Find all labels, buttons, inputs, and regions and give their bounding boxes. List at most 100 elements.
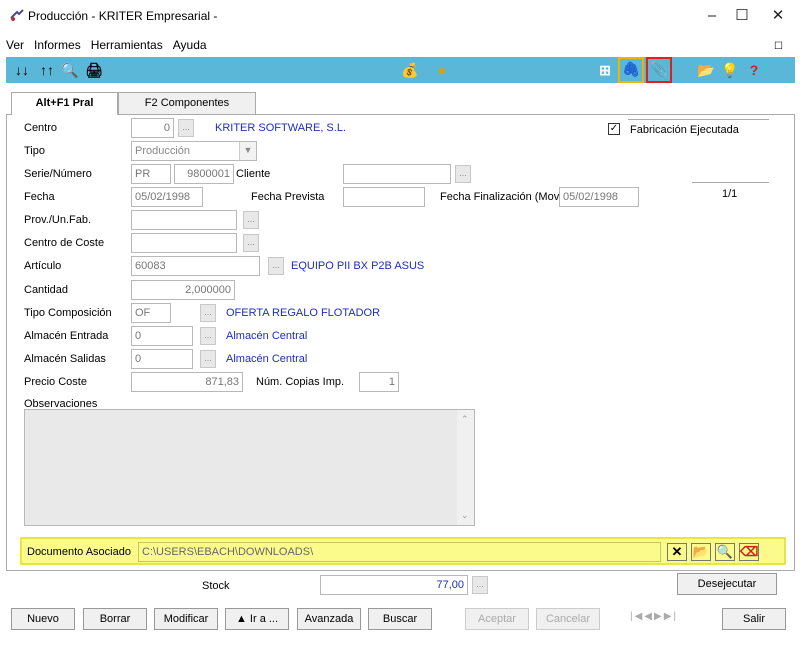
documento-input[interactable]: C:\USERS\EBACH\DOWNLOADS\ <box>138 542 661 562</box>
desejecutar-button[interactable]: Desejecutar <box>677 573 777 595</box>
articulo-input[interactable]: 60083 <box>131 256 260 276</box>
centro-lookup-button[interactable]: ... <box>178 119 194 137</box>
sort-down-icon[interactable]: ↓↓ <box>12 60 32 80</box>
prev-record-icon[interactable]: ◀ <box>644 611 654 622</box>
aceptar-button[interactable]: Aceptar <box>465 608 529 630</box>
open-folder-icon[interactable]: 📂 <box>691 543 711 561</box>
maximize-button[interactable]: ☐ <box>727 4 757 28</box>
buscar-button[interactable]: Buscar <box>368 608 432 630</box>
serie-label: Serie/Número <box>24 168 92 180</box>
articulo-name: EQUIPO PII BX P2B ASUS <box>291 260 425 272</box>
ir-a-button[interactable]: ▲ Ir a ... <box>225 608 289 630</box>
centro-label: Centro <box>24 122 58 134</box>
tab-principal[interactable]: Alt+F1 Pral <box>11 92 118 115</box>
tipo-select[interactable]: Producción ▼ <box>131 141 257 161</box>
tipo-composicion-name: OFERTA REGALO FLOTADOR <box>226 307 381 319</box>
paperclip-icon[interactable]: 🖇 <box>618 57 644 83</box>
precio-label: Precio Coste <box>24 376 87 388</box>
centro-coste-label: Centro de Coste <box>24 237 105 249</box>
help-icon[interactable]: ? <box>744 60 764 80</box>
avanzada-button[interactable]: Avanzada <box>297 608 361 630</box>
folder-icon[interactable]: 📂 <box>696 60 716 80</box>
almacen-entrada-name: Almacén Central <box>226 330 308 342</box>
almacen-entrada-lookup-button[interactable]: ... <box>200 327 216 345</box>
cliente-lookup-button[interactable]: ... <box>455 165 471 183</box>
record-pager: 1/1 <box>722 188 738 200</box>
print-icon[interactable]: 🖨 <box>84 60 104 80</box>
close-button[interactable]: ✕ <box>763 4 793 28</box>
scroll-down-icon[interactable]: ⌄ <box>461 510 469 521</box>
app-icon <box>9 8 25 22</box>
menu-ver[interactable]: Ver <box>0 33 29 52</box>
fecha-input[interactable]: 05/02/1998 <box>131 187 203 207</box>
salir-button[interactable]: Salir <box>722 608 786 630</box>
first-record-icon[interactable]: |◀ <box>630 611 644 622</box>
cliente-label: Cliente <box>236 168 271 180</box>
centro-input[interactable]: 0 <box>131 118 174 138</box>
clear-document-icon[interactable]: ✕ <box>667 543 687 561</box>
prov-label: Prov./Un.Fab. <box>24 214 92 226</box>
almacen-salidas-lookup-button[interactable]: ... <box>200 350 216 368</box>
copias-input[interactable]: 1 <box>359 372 399 392</box>
lightbulb-icon[interactable]: 💡 <box>720 60 740 80</box>
menu-bar: Ver Informes Herramientas Ayuda ☐ <box>0 33 803 53</box>
sort-up-icon[interactable]: ↑↑ <box>37 60 57 80</box>
last-record-icon[interactable]: ▶| <box>664 611 678 622</box>
restore-child-icon[interactable]: ☐ <box>769 36 788 52</box>
tipo-composicion-lookup-button[interactable]: ... <box>200 304 216 322</box>
preview-icon[interactable]: 🔍 <box>60 60 80 80</box>
scroll-up-icon[interactable]: ⌃ <box>461 414 469 425</box>
modificar-button[interactable]: Modificar <box>154 608 218 630</box>
almacen-salidas-name: Almacén Central <box>226 353 308 365</box>
serie-input[interactable]: PR <box>131 164 171 184</box>
tipo-label: Tipo <box>24 145 45 157</box>
stock-lookup-button[interactable]: ... <box>472 576 488 594</box>
attach-icon[interactable]: 📎 <box>646 57 672 83</box>
record-navigation: |◀◀▶▶| <box>630 611 694 627</box>
borrar-button[interactable]: Borrar <box>83 608 147 630</box>
grid-icon[interactable]: ⊞ <box>595 60 615 80</box>
cliente-input[interactable] <box>343 164 451 184</box>
centro-name: KRITER SOFTWARE, S.L. <box>215 122 346 134</box>
window-title: Producción - KRITER Empresarial - <box>28 9 218 23</box>
nuevo-button[interactable]: Nuevo <box>11 608 75 630</box>
almacen-salidas-label: Almacén Salidas <box>24 353 106 365</box>
numero-input[interactable]: 9800001 <box>174 164 234 184</box>
almacen-entrada-input[interactable]: 0 <box>131 326 193 346</box>
precio-input[interactable]: 871,83 <box>131 372 243 392</box>
almacen-salidas-input[interactable]: 0 <box>131 349 193 369</box>
copias-label: Núm. Copias Imp. <box>256 376 345 388</box>
observaciones-textarea[interactable]: ⌃ ⌄ <box>24 409 475 526</box>
stock-input: 77,00 <box>320 575 468 595</box>
menu-herramientas[interactable]: Herramientas <box>86 33 168 52</box>
cancelar-button[interactable]: Cancelar <box>536 608 600 630</box>
prov-input[interactable] <box>131 210 237 230</box>
fecha-finalizacion-label: Fecha Finalización (Mov. <box>440 191 562 203</box>
preview-document-icon[interactable]: 🔍 <box>715 543 735 561</box>
tipo-composicion-input[interactable]: OF <box>131 303 171 323</box>
fecha-prevista-input[interactable] <box>343 187 425 207</box>
money-icon[interactable]: 💰 <box>400 60 420 80</box>
chevron-down-icon[interactable]: ▼ <box>239 142 256 160</box>
centro-coste-input[interactable] <box>131 233 237 253</box>
coins-icon[interactable]: ● <box>432 60 452 80</box>
next-record-icon[interactable]: ▶ <box>654 611 664 622</box>
centro-coste-lookup-button[interactable]: ... <box>243 234 259 252</box>
fabricacion-label: Fabricación Ejecutada <box>630 124 739 136</box>
articulo-label: Artículo <box>24 260 62 272</box>
articulo-lookup-button[interactable]: ... <box>268 257 284 275</box>
menu-ayuda[interactable]: Ayuda <box>168 33 212 52</box>
tipo-select-value: Producción <box>135 145 191 157</box>
fabricacion-checkbox[interactable]: ✓ <box>608 123 620 135</box>
tipo-composicion-label: Tipo Composición <box>24 307 112 319</box>
fecha-finalizacion-input[interactable]: 05/02/1998 <box>559 187 639 207</box>
documento-label: Documento Asociado <box>27 546 131 558</box>
tab-componentes[interactable]: F2 Componentes <box>118 92 256 114</box>
almacen-entrada-label: Almacén Entrada <box>24 330 109 342</box>
cantidad-input[interactable]: 2,000000 <box>131 280 235 300</box>
minimize-button[interactable]: – <box>697 4 727 28</box>
menu-informes[interactable]: Informes <box>29 33 86 52</box>
prov-lookup-button[interactable]: ... <box>243 211 259 229</box>
observaciones-scrollbar[interactable]: ⌃ ⌄ <box>457 410 474 525</box>
erase-document-icon[interactable]: ⌫ <box>739 543 759 561</box>
